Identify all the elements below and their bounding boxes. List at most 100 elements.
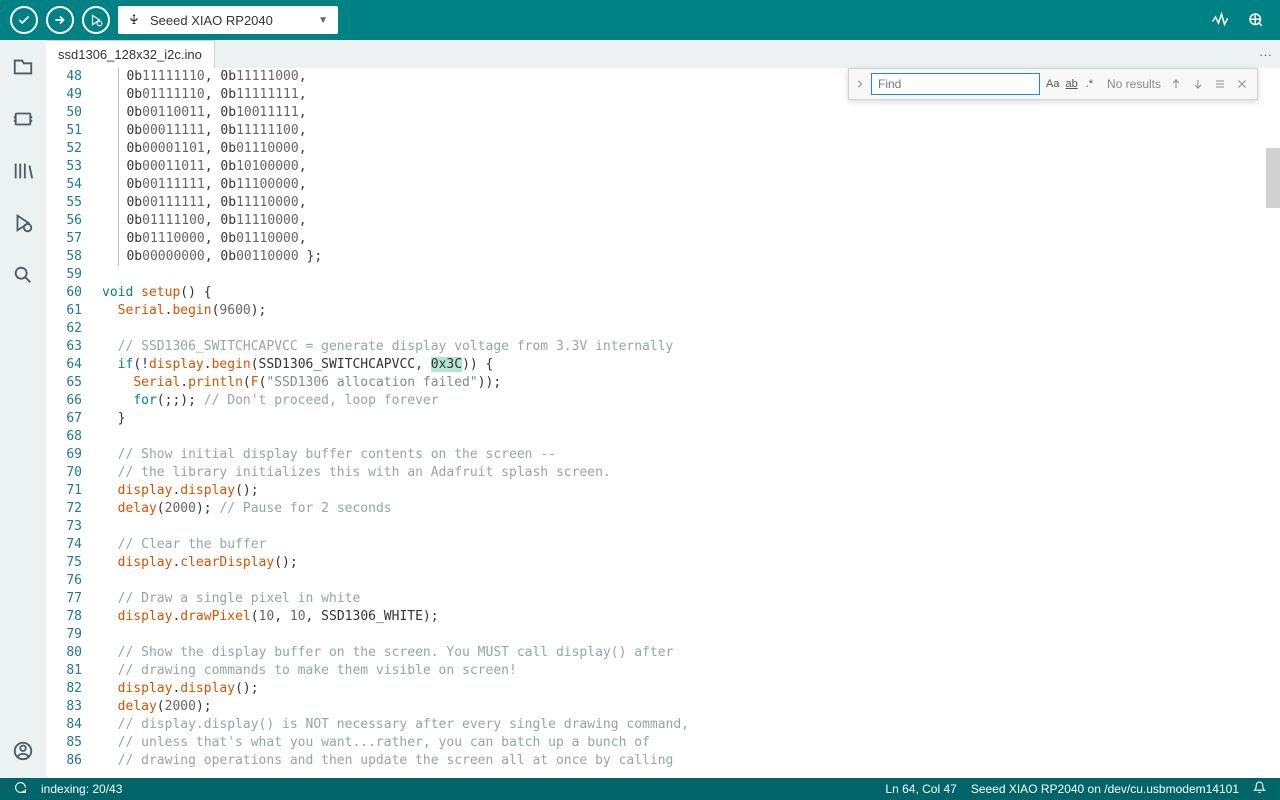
account-icon[interactable] — [10, 738, 36, 764]
line-number: 73 — [46, 518, 102, 536]
code-line[interactable]: 56 0b01111100, 0b11110000, — [46, 212, 1280, 230]
code-line[interactable]: 67 } — [46, 410, 1280, 428]
line-number: 57 — [46, 230, 102, 248]
serial-plotter-button[interactable] — [1206, 6, 1234, 34]
code-line[interactable]: 77 // Draw a single pixel in white — [46, 590, 1280, 608]
line-number: 69 — [46, 446, 102, 464]
code-line[interactable]: 72 delay(2000); // Pause for 2 seconds — [46, 500, 1280, 518]
code-content: 0b00011011, 0b10100000, — [102, 158, 307, 176]
code-line[interactable]: 63 // SSD1306_SWITCHCAPVCC = generate di… — [46, 338, 1280, 356]
code-line[interactable]: 52 0b00001101, 0b01110000, — [46, 140, 1280, 158]
status-indexing[interactable]: indexing: 20/43 — [37, 782, 126, 796]
code-line[interactable]: 61 Serial.begin(9600); — [46, 302, 1280, 320]
scrollbar-thumb[interactable] — [1266, 148, 1280, 208]
code-line[interactable]: 80 // Show the display buffer on the scr… — [46, 644, 1280, 662]
code-line[interactable]: 73 — [46, 518, 1280, 536]
line-number: 74 — [46, 536, 102, 554]
code-line[interactable]: 86 // drawing operations and then update… — [46, 752, 1280, 770]
code-content: // Show the display buffer on the screen… — [102, 644, 673, 662]
line-number: 52 — [46, 140, 102, 158]
code-line[interactable]: 81 // drawing commands to make them visi… — [46, 662, 1280, 680]
code-content: if(!display.begin(SSD1306_SWITCHCAPVCC, … — [102, 356, 493, 374]
code-line[interactable]: 66 for(;;); // Don't proceed, loop forev… — [46, 392, 1280, 410]
line-number: 81 — [46, 662, 102, 680]
verify-button[interactable] — [10, 6, 38, 34]
line-number: 50 — [46, 104, 102, 122]
code-line[interactable]: 78 display.drawPixel(10, 10, SSD1306_WHI… — [46, 608, 1280, 626]
code-line[interactable]: 60void setup() { — [46, 284, 1280, 302]
code-line[interactable]: 64 if(!display.begin(SSD1306_SWITCHCAPVC… — [46, 356, 1280, 374]
code-line[interactable]: 79 — [46, 626, 1280, 644]
code-content: for(;;); // Don't proceed, loop forever — [102, 392, 439, 410]
sketchbook-icon[interactable] — [10, 54, 36, 80]
code-line[interactable]: 51 0b00011111, 0b11111100, — [46, 122, 1280, 140]
code-line[interactable]: 57 0b01110000, 0b01110000, — [46, 230, 1280, 248]
debug-panel-icon[interactable] — [10, 210, 36, 236]
code-content: 0b01111110, 0b11111111, — [102, 86, 307, 104]
debug-button[interactable] — [82, 6, 110, 34]
code-line[interactable]: 48 0b11111110, 0b11111000, — [46, 68, 1280, 86]
line-number: 55 — [46, 194, 102, 212]
code-line[interactable]: 82 display.display(); — [46, 680, 1280, 698]
code-line[interactable]: 62 — [46, 320, 1280, 338]
code-content: display.display(); — [102, 680, 259, 698]
code-content: } — [102, 410, 125, 428]
line-number: 78 — [46, 608, 102, 626]
line-number: 80 — [46, 644, 102, 662]
boards-manager-icon[interactable] — [10, 106, 36, 132]
code-line[interactable]: 55 0b00111111, 0b11110000, — [46, 194, 1280, 212]
code-line[interactable]: 76 — [46, 572, 1280, 590]
file-tab[interactable]: ssd1306_128x32_i2c.ino — [46, 40, 215, 68]
code-line[interactable]: 65 Serial.println(F("SSD1306 allocation … — [46, 374, 1280, 392]
code-content: delay(2000); // Pause for 2 seconds — [102, 500, 392, 518]
chevron-down-icon: ▼ — [318, 15, 328, 26]
line-number: 48 — [46, 68, 102, 86]
code-line[interactable]: 53 0b00011011, 0b10100000, — [46, 158, 1280, 176]
code-line[interactable]: 75 display.clearDisplay(); — [46, 554, 1280, 572]
tab-bar: ssd1306_128x32_i2c.ino ··· — [46, 40, 1280, 68]
upload-button[interactable] — [46, 6, 74, 34]
search-icon[interactable] — [10, 262, 36, 288]
tab-overflow-button[interactable]: ··· — [1251, 40, 1280, 68]
status-board-port[interactable]: Seeed XIAO RP2040 on /dev/cu.usbmodem141… — [967, 782, 1243, 796]
line-number: 65 — [46, 374, 102, 392]
file-tab-label: ssd1306_128x32_i2c.ino — [58, 47, 202, 62]
line-number: 67 — [46, 410, 102, 428]
code-line[interactable]: 69 // Show initial display buffer conten… — [46, 446, 1280, 464]
line-number: 79 — [46, 626, 102, 644]
notifications-icon[interactable] — [1249, 781, 1270, 797]
code-content: 0b00110011, 0b10011111, — [102, 104, 307, 122]
line-number: 60 — [46, 284, 102, 302]
code-line[interactable]: 68 — [46, 428, 1280, 446]
code-line[interactable]: 50 0b00110011, 0b10011111, — [46, 104, 1280, 122]
code-line[interactable]: 71 display.display(); — [46, 482, 1280, 500]
code-line[interactable]: 54 0b00111111, 0b11100000, — [46, 176, 1280, 194]
sync-icon[interactable] — [10, 781, 31, 797]
line-number: 75 — [46, 554, 102, 572]
library-manager-icon[interactable] — [10, 158, 36, 184]
board-selector[interactable]: Seeed XIAO RP2040 ▼ — [118, 6, 338, 34]
code-line[interactable]: 58 0b00000000, 0b00110000 }; — [46, 248, 1280, 266]
code-content: // SSD1306_SWITCHCAPVCC = generate displ… — [102, 338, 673, 356]
code-line[interactable]: 74 // Clear the buffer — [46, 536, 1280, 554]
usb-icon — [128, 12, 140, 29]
code-editor[interactable]: 48 0b11111110, 0b11111000,49 0b01111110,… — [46, 68, 1280, 778]
code-line[interactable]: 83 delay(2000); — [46, 698, 1280, 716]
line-number: 58 — [46, 248, 102, 266]
code-content: Serial.println(F("SSD1306 allocation fai… — [102, 374, 501, 392]
code-line[interactable]: 70 // the library initializes this with … — [46, 464, 1280, 482]
serial-monitor-button[interactable] — [1242, 6, 1270, 34]
code-line[interactable]: 84 // display.display() is NOT necessary… — [46, 716, 1280, 734]
code-content: display.clearDisplay(); — [102, 554, 298, 572]
line-number: 76 — [46, 572, 102, 590]
code-content: void setup() { — [102, 284, 212, 302]
line-number: 86 — [46, 752, 102, 770]
code-content: // Show initial display buffer contents … — [102, 446, 556, 464]
status-cursor[interactable]: Ln 64, Col 47 — [881, 782, 960, 796]
code-line[interactable]: 59 — [46, 266, 1280, 284]
code-line[interactable]: 49 0b01111110, 0b11111111, — [46, 86, 1280, 104]
code-line[interactable]: 85 // unless that's what you want...rath… — [46, 734, 1280, 752]
code-content: 0b00001101, 0b01110000, — [102, 140, 307, 158]
line-number: 72 — [46, 500, 102, 518]
line-number: 54 — [46, 176, 102, 194]
